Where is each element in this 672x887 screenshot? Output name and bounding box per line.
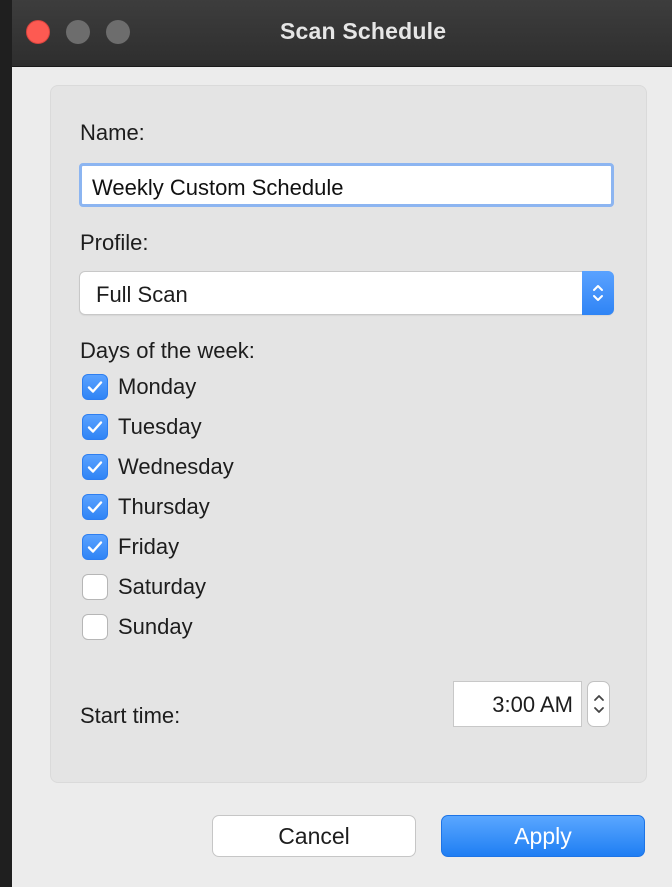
checkbox[interactable]: [82, 614, 108, 640]
name-input[interactable]: Weekly Custom Schedule: [79, 163, 614, 207]
zoom-window-button[interactable]: [106, 20, 130, 44]
minimize-window-button[interactable]: [66, 20, 90, 44]
day-label: Saturday: [118, 574, 207, 599]
day-checkbox-sunday[interactable]: Sunday: [82, 612, 193, 642]
day-label: Sunday: [118, 614, 193, 639]
day-checkbox-saturday[interactable]: Saturday: [82, 572, 206, 602]
day-label: Wednesday: [118, 454, 234, 479]
checkbox[interactable]: [82, 494, 108, 520]
dialog-window: Scan Schedule Name: Weekly Custom Schedu…: [12, 0, 672, 887]
checkmark-icon: [87, 541, 103, 553]
name-label: Name:: [80, 120, 145, 145]
day-label: Friday: [118, 534, 180, 559]
day-checkbox-wednesday[interactable]: Wednesday: [82, 452, 234, 482]
day-label: Tuesday: [118, 414, 202, 439]
day-checkbox-monday[interactable]: Monday: [82, 372, 196, 402]
checkmark-icon: [87, 501, 103, 513]
day-label: Monday: [118, 374, 197, 399]
start-time-stepper[interactable]: [587, 681, 610, 727]
checkbox[interactable]: [82, 574, 108, 600]
profile-select[interactable]: Full Scan: [79, 271, 614, 315]
checkbox[interactable]: [82, 374, 108, 400]
up-down-chevron-icon: [582, 271, 614, 315]
start-time-label: Start time:: [80, 703, 181, 728]
days-of-week-label: Days of the week:: [80, 338, 255, 363]
stepper-arrows-icon: [593, 695, 604, 713]
window-title: Scan Schedule: [280, 18, 447, 44]
cancel-button[interactable]: Cancel: [212, 815, 416, 857]
checkmark-icon: [87, 461, 103, 473]
start-time-field[interactable]: 3:00 AM: [453, 681, 582, 727]
close-window-button[interactable]: [26, 20, 50, 44]
checkmark-icon: [87, 421, 103, 433]
day-label: Thursday: [118, 494, 210, 519]
title-bar: Scan Schedule: [12, 0, 672, 67]
dialog-content: Name: Weekly Custom Schedule Profile: Fu…: [12, 67, 672, 887]
profile-label: Profile:: [80, 230, 149, 255]
day-checkbox-thursday[interactable]: Thursday: [82, 492, 210, 522]
checkbox[interactable]: [82, 534, 108, 560]
checkmark-icon: [87, 381, 103, 393]
checkbox[interactable]: [82, 414, 108, 440]
day-checkbox-tuesday[interactable]: Tuesday: [82, 412, 202, 442]
apply-button[interactable]: Apply: [441, 815, 645, 857]
checkbox[interactable]: [82, 454, 108, 480]
profile-select-value: Full Scan: [96, 282, 188, 307]
day-checkbox-friday[interactable]: Friday: [82, 532, 179, 562]
